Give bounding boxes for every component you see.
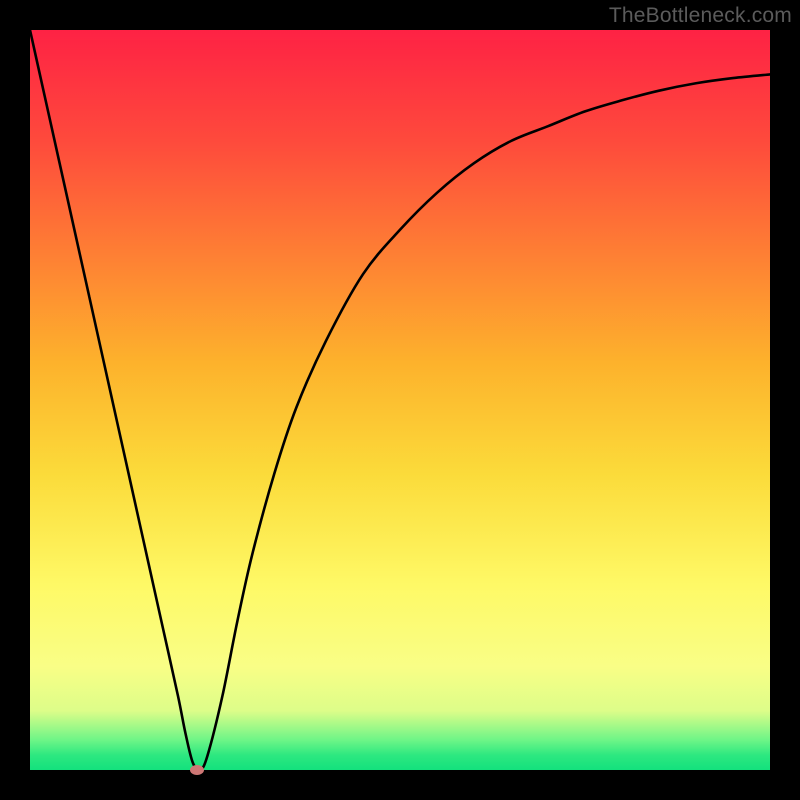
chart-container: TheBottleneck.com bbox=[0, 0, 800, 800]
bottleneck-curve bbox=[30, 30, 770, 770]
optimal-point-marker bbox=[190, 765, 204, 775]
watermark: TheBottleneck.com bbox=[609, 4, 792, 28]
curve-svg bbox=[30, 30, 770, 770]
plot-area bbox=[30, 30, 770, 770]
